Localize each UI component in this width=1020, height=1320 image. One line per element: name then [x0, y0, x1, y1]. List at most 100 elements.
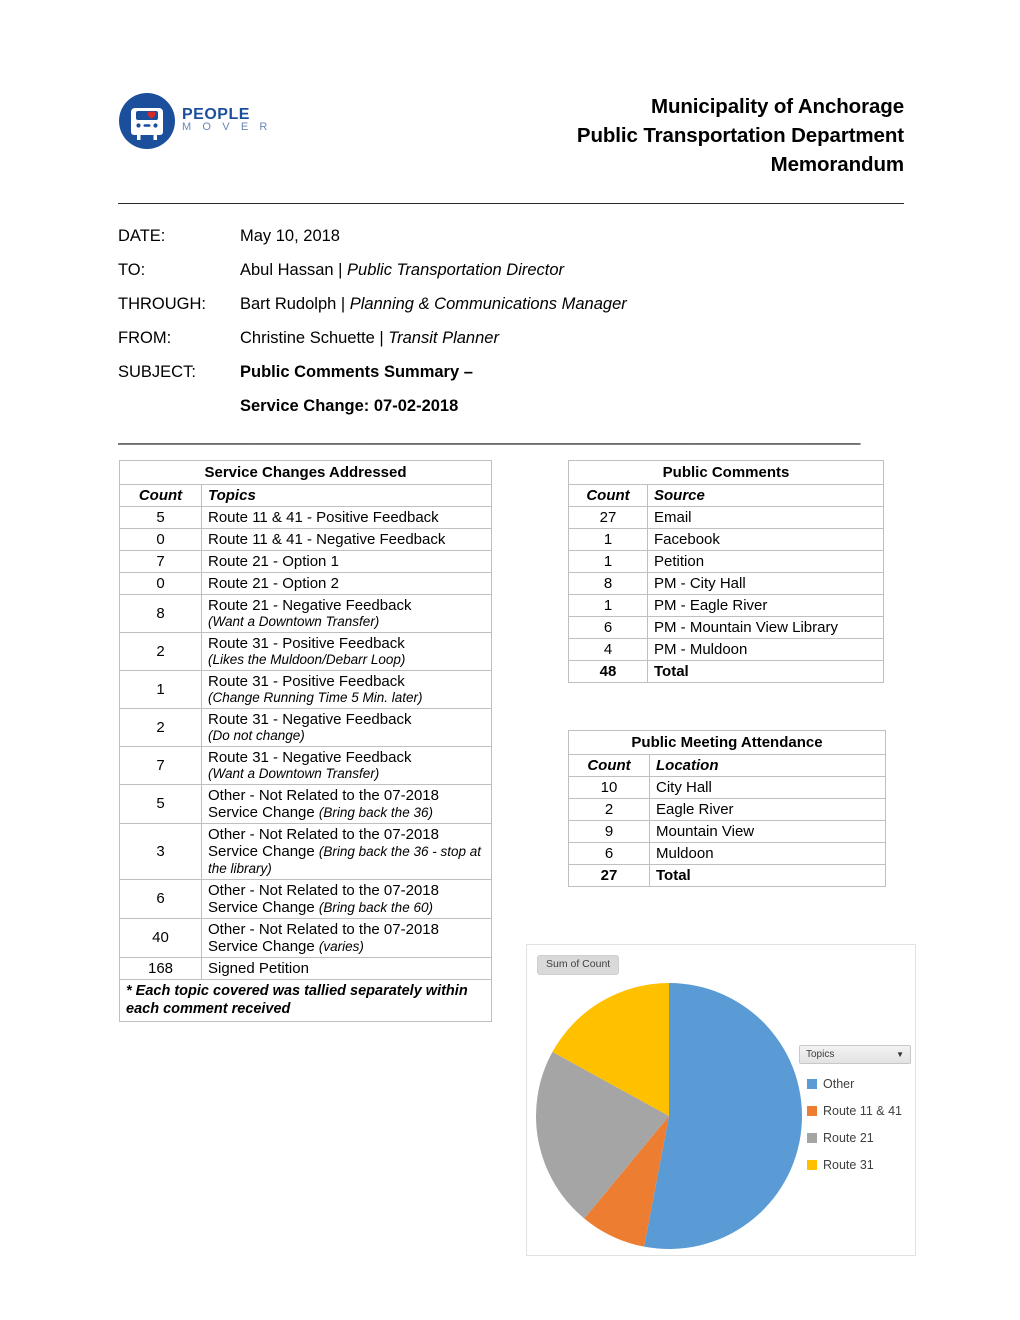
table-row: 6 PM - Mountain View Library	[568, 616, 884, 639]
row-topic-inline-note: (Bring back the 36)	[318, 804, 433, 820]
table-footnote-row: * Each topic covered was tallied separat…	[119, 978, 492, 1023]
row-count: 3	[119, 822, 202, 880]
col-header-count: Count	[119, 484, 202, 507]
from-title: Transit Planner	[388, 329, 499, 347]
section-divider: ________________________________________…	[118, 428, 860, 445]
title-line-1: Municipality of Anchorage	[650, 95, 904, 118]
to-name: Abul Hassan |	[240, 261, 348, 279]
table-caption-row: Public Comments	[568, 460, 884, 485]
row-topic-inline-note: (varies)	[318, 938, 364, 954]
total-label: Total	[649, 864, 886, 887]
total-count: 48	[568, 660, 648, 683]
row-topic-main: Signed Petition	[208, 959, 309, 977]
table-total-row: 48 Total	[568, 660, 884, 683]
public-comments-table: Public Comments Count Source 27 Email 1 …	[568, 460, 884, 683]
to-title: Public Transportation Director	[347, 261, 565, 279]
row-count: 5	[119, 506, 202, 529]
row-location: Mountain View	[649, 820, 886, 843]
row-count: 2	[119, 631, 202, 671]
col-header-location: Location	[649, 754, 886, 777]
row-count: 6	[568, 842, 650, 865]
row-count: 2	[119, 707, 202, 747]
table-row: 6 Other - Not Related to the 07-2018 Ser…	[119, 878, 492, 919]
row-topic: Route 11 & 41 - Positive Feedback	[201, 506, 492, 529]
row-topic-inline-note: (Bring back the 60)	[318, 899, 433, 915]
through-label: THROUGH:	[118, 295, 206, 313]
row-topic: Route 21 - Option 1	[201, 550, 492, 573]
table-row: 2 Route 31 - Negative Feedback (Do not ch…	[119, 707, 492, 747]
to-value: Abul Hassan | Public Transportation Dire…	[240, 262, 564, 279]
legend-label: Other	[823, 1077, 855, 1091]
legend-item[interactable]: Route 31	[799, 1158, 913, 1172]
table-row: 8 PM - City Hall	[568, 572, 884, 595]
table-row: 1 Petition	[568, 550, 884, 573]
legend-items-list: Other Route 11 & 41 Route 21 Route 31	[799, 1077, 913, 1172]
table-row: 0 Route 21 - Option 2	[119, 572, 492, 595]
subject-value-line-2: Service Change: 07-02-2018	[240, 397, 459, 415]
through-name: Bart Rudolph |	[240, 295, 350, 313]
row-source: PM - Muldoon	[647, 638, 884, 661]
row-topic-main: Route 11 & 41 - Positive Feedback	[208, 509, 439, 526]
title-line-3: Memorandum	[770, 153, 905, 177]
table-row: 10 City Hall	[568, 776, 886, 799]
row-topic: Route 31 - Positive Feedback (Change Runn…	[201, 669, 492, 709]
from-label: FROM:	[118, 329, 172, 347]
pivot-chart-panel: Sum of Count Topics ▼ Other Route 11 & 41…	[526, 944, 916, 1256]
total-count: 27	[568, 864, 650, 887]
table-header-row: Count Source	[568, 484, 884, 507]
row-source: PM - City Hall	[647, 572, 884, 595]
row-count: 4	[568, 638, 648, 661]
row-count: 8	[119, 594, 202, 633]
memo-fields: DATE: May 10, 2018 TO: Abul Hassan | Pub…	[118, 228, 918, 432]
row-topic: Route 31 - Positive Feedback (Likes the M…	[201, 631, 492, 671]
topics-field-button[interactable]: Topics ▼	[799, 1045, 911, 1064]
table-row: 4 PM - Muldoon	[568, 638, 884, 661]
table-total-row: 27 Total	[568, 864, 886, 887]
table-row: 1 PM - Eagle River	[568, 594, 884, 617]
memo-row-through: THROUGH: Bart Rudolph | Planning & Commu…	[118, 296, 918, 330]
row-topic: Route 21 - Negative Feedback (Want a Down…	[201, 594, 492, 633]
row-topic-main: Route 31 - Negative Feedback	[208, 710, 412, 728]
memo-row-from: FROM: Christine Schuette | Transit Plann…	[118, 330, 918, 364]
row-count: 2	[568, 798, 650, 821]
legend-item[interactable]: Route 21	[799, 1131, 913, 1145]
row-count: 8	[568, 572, 648, 595]
col-header-source: Source	[647, 484, 884, 507]
row-topic: Other - Not Related to the 07-2018 Servi…	[201, 878, 492, 919]
logo-wordmark: PEOPLE M O V E R	[182, 107, 271, 135]
logo-mover-text: M O V E R	[182, 121, 272, 133]
row-source: PM - Eagle River	[647, 594, 884, 617]
row-topic: Other - Not Related to the 07-2018 Servi…	[201, 917, 492, 958]
header-divider-rule	[118, 203, 904, 204]
row-topic-main: Route 31 - Negative Feedback	[208, 748, 412, 766]
row-topic-note: (Want a Downtown Transfer)	[208, 765, 380, 781]
row-topic: Route 31 - Negative Feedback (Want a Down…	[201, 745, 492, 785]
table-row: 27 Email	[568, 506, 884, 529]
row-count: 0	[119, 528, 202, 551]
row-count: 1	[119, 669, 202, 709]
legend-item[interactable]: Other	[799, 1077, 913, 1091]
row-topic-note: (Want a Downtown Transfer)	[208, 614, 380, 629]
legend-swatch-icon	[807, 1079, 817, 1089]
pie-chart	[535, 981, 803, 1251]
memo-row-subject: SUBJECT: Public Comments Summary –	[118, 364, 918, 398]
legend-label: Route 11 & 41	[823, 1104, 902, 1118]
table-row: 1 Facebook	[568, 528, 884, 551]
row-topic: Route 31 - Negative Feedback (Do not chan…	[201, 707, 492, 747]
bus-in-circle-icon	[119, 93, 175, 149]
row-topic-note: (Do not change)	[208, 727, 305, 743]
row-source: Email	[647, 506, 884, 529]
row-count: 168	[119, 956, 202, 980]
row-count: 1	[568, 594, 648, 617]
legend-item[interactable]: Route 11 & 41	[799, 1104, 913, 1118]
total-label: Total	[647, 660, 884, 683]
row-count: 9	[568, 820, 650, 843]
row-topic-main: Route 31 - Positive Feedback	[208, 634, 405, 652]
legend-label: Route 31	[823, 1158, 874, 1172]
sum-of-count-field-button[interactable]: Sum of Count	[537, 955, 620, 975]
row-count: 5	[119, 783, 202, 824]
document-header: PEOPLE M O V E R Municipality of Anchora…	[118, 86, 904, 178]
memo-row-date: DATE: May 10, 2018	[118, 228, 918, 262]
row-location: Muldoon	[649, 842, 886, 865]
attendance-caption: Public Meeting Attendance	[568, 730, 886, 755]
